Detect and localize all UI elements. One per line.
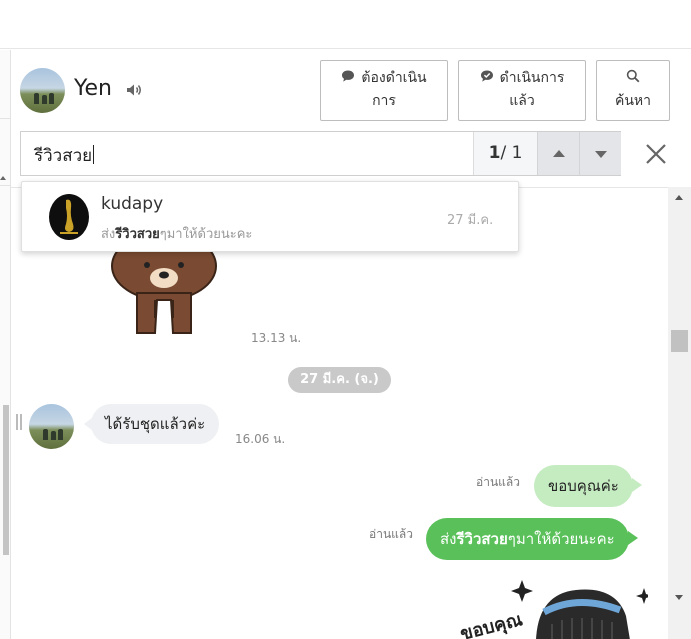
todo-button[interactable]: ต้องดำเนิน การ <box>320 60 448 121</box>
message-search-bar: รีวิวสวย 1/ 1 <box>20 131 621 176</box>
result-date: 27 มี.ค. <box>447 213 494 228</box>
read-receipt: อ่านแล้ว <box>476 475 520 489</box>
text-caret <box>93 145 95 164</box>
search-query-text: รีวิวสวย <box>34 146 93 166</box>
contact-avatar[interactable] <box>20 68 65 113</box>
sender-avatar[interactable] <box>29 404 74 449</box>
drag-handle[interactable] <box>16 414 22 430</box>
snippet-match: รีวิวสวย <box>115 227 160 242</box>
done-label-line2: แล้ว <box>509 93 535 109</box>
search-button[interactable]: ค้นหา <box>596 60 670 121</box>
message-text: ๆมาให้ด้วยนะคะ <box>507 530 615 548</box>
result-snippet: ส่งรีวิวสวยๆมาให้ด้วยนะคะ <box>101 223 252 244</box>
chat-header: Yen ต้องดำเนิน การ ดำเนินการ แล้ว ค้นหา <box>11 50 691 130</box>
incoming-message-bubble[interactable]: ได้รับชุดแล้วค่ะ <box>83 404 220 444</box>
speaker-icon[interactable] <box>125 81 143 99</box>
thank-you-sticker: ขอบคุณ <box>458 580 648 639</box>
search-icon <box>626 69 640 83</box>
snippet-text: ๆมาให้ด้วยนะคะ <box>159 227 253 242</box>
todo-label-line1: ต้องดำเนิน <box>361 70 427 86</box>
next-result-button[interactable] <box>579 132 621 175</box>
chevron-down-icon <box>595 151 607 158</box>
read-receipt: อ่านแล้ว <box>369 527 413 541</box>
search-total: / 1 <box>500 143 523 163</box>
close-icon[interactable] <box>642 140 670 168</box>
left-pane-divider <box>0 118 11 119</box>
message-time: 16.06 น. <box>235 432 286 446</box>
search-match-highlight: รีวิวสวย <box>456 530 508 548</box>
snippet-text: ส่ง <box>101 227 116 242</box>
chat-scrollbar[interactable] <box>668 187 691 639</box>
speech-bubble-icon <box>342 70 355 82</box>
outgoing-message-bubble[interactable]: ขอบคุณค่ะ <box>534 465 642 507</box>
outgoing-message-bubble-highlighted[interactable]: ส่งรีวิวสวยๆมาให้ด้วยนะคะ <box>426 518 638 560</box>
sticker-caption: ขอบคุณ <box>458 609 525 639</box>
result-avatar <box>49 194 89 240</box>
search-label: ค้นหา <box>614 93 652 109</box>
search-result-count: 1/ 1 <box>473 132 537 175</box>
check-bubble-icon <box>480 70 493 82</box>
left-pane-edge <box>0 50 11 639</box>
left-pane-scroll-up[interactable] <box>0 176 6 180</box>
bear-sticker <box>111 238 217 334</box>
scrollbar-thumb[interactable] <box>671 330 688 352</box>
scroll-down-arrow[interactable] <box>675 595 683 600</box>
done-button[interactable]: ดำเนินการ แล้ว <box>458 60 586 121</box>
previous-result-button[interactable] <box>537 132 579 175</box>
scroll-up-arrow[interactable] <box>675 195 683 200</box>
left-pane-scrollbar[interactable] <box>3 405 9 555</box>
done-label-line1: ดำเนินการ <box>499 70 565 86</box>
left-pane-divider <box>0 185 11 186</box>
search-result-dropdown: kudapy ส่งรีวิวสวยๆมาให้ด้วยนะคะ 27 มี.ค… <box>21 181 519 252</box>
search-input[interactable]: รีวิวสวย <box>34 142 95 169</box>
search-current-index: 1 <box>488 143 501 163</box>
result-sender-name: kudapy <box>101 194 164 214</box>
top-strip <box>0 0 691 49</box>
chat-area[interactable]: 13.13 น. 27 มี.ค. (จ.) ได้รับชุดแล้วค่ะ … <box>11 187 668 639</box>
date-separator: 27 มี.ค. (จ.) <box>288 367 391 393</box>
contact-name: Yen <box>74 76 112 101</box>
message-time: 13.13 น. <box>251 331 302 345</box>
brand-logo <box>60 199 78 234</box>
todo-label-line2: การ <box>372 93 396 109</box>
chevron-up-icon <box>553 150 565 157</box>
message-text: ส่ง <box>440 530 457 548</box>
